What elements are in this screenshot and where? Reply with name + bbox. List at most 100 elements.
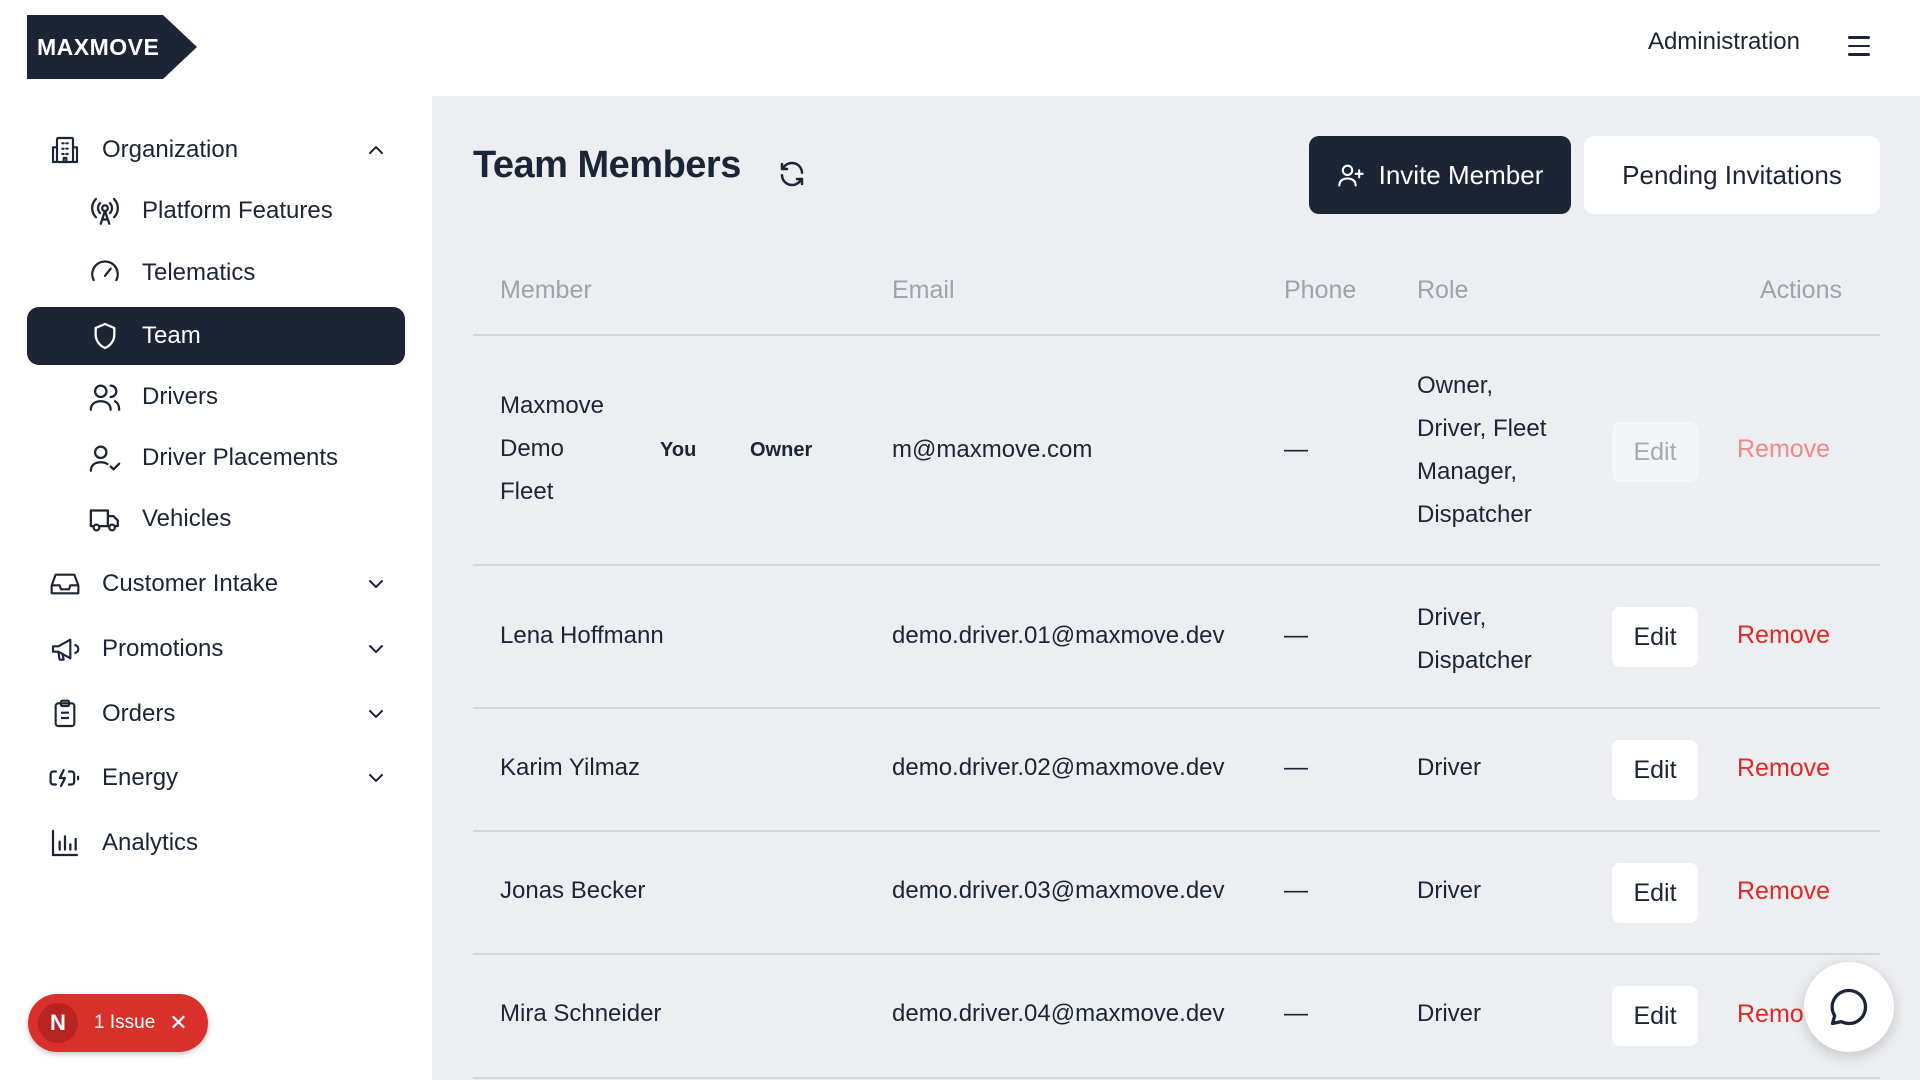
member-email: demo.driver.04@maxmove.dev: [892, 1000, 1225, 1027]
edit-button[interactable]: Edit: [1612, 740, 1698, 800]
member-role: Owner, Driver, Fleet Manager, Dispatcher: [1417, 372, 1547, 528]
issue-count-label: 1 Issue: [94, 1012, 156, 1033]
remove-button[interactable]: Remove: [1737, 877, 1830, 906]
administration-link[interactable]: Administration: [1648, 28, 1800, 56]
remove-button[interactable]: Remove: [1737, 754, 1830, 783]
owner-badge: Owner: [750, 439, 813, 461]
member-email: m@maxmove.com: [892, 436, 1093, 463]
maxmove-logo[interactable]: MAXMOVE: [27, 15, 197, 79]
sidebar-item-platform-features[interactable]: Platform Features: [88, 187, 388, 235]
page-title: Team Members: [473, 144, 741, 186]
column-header-phone: Phone: [1284, 276, 1357, 304]
users-icon: [88, 380, 122, 414]
sidebar-item-label: Platform Features: [142, 197, 333, 224]
member-role: Driver, Dispatcher: [1417, 604, 1532, 674]
remove-button[interactable]: Remo: [1737, 1000, 1804, 1029]
chevron-down-icon[interactable]: [364, 766, 388, 790]
logo-text: MAXMOVE: [37, 34, 160, 60]
member-role: Driver: [1417, 877, 1481, 904]
edit-button[interactable]: Edit: [1612, 863, 1698, 923]
sidebar: Organization Platform Features Telematic…: [0, 96, 432, 1080]
remove-button[interactable]: Remove: [1737, 435, 1830, 464]
sidebar-item-analytics[interactable]: Analytics: [48, 819, 388, 867]
main-content: Team Members Invite Member Pending Invit…: [432, 96, 1920, 1080]
shield-icon: [88, 319, 122, 353]
member-name: Maxmove Demo Fleet: [500, 392, 605, 505]
member-phone: —: [1284, 754, 1308, 781]
sidebar-item-organization[interactable]: Organization: [48, 126, 388, 174]
sidebar-item-label: Team: [142, 322, 201, 349]
chat-button[interactable]: [1804, 962, 1894, 1052]
broadcast-icon: [88, 194, 122, 228]
sidebar-item-label: Customer Intake: [102, 570, 279, 597]
row-divider: [473, 1077, 1880, 1079]
chevron-up-icon[interactable]: [364, 138, 388, 162]
sidebar-item-label: Promotions: [102, 635, 224, 662]
sidebar-item-label: Energy: [102, 764, 179, 791]
gauge-icon: [88, 256, 122, 290]
edit-button[interactable]: Edit: [1612, 607, 1698, 667]
sidebar-item-telematics[interactable]: Telematics: [88, 249, 388, 297]
sidebar-item-team[interactable]: Team: [88, 312, 388, 360]
member-email: demo.driver.01@maxmove.dev: [892, 622, 1225, 649]
chevron-down-icon[interactable]: [364, 572, 388, 596]
battery-charging-icon: [48, 761, 82, 795]
member-phone: —: [1284, 436, 1308, 463]
sidebar-item-orders[interactable]: Orders: [48, 690, 388, 738]
clipboard-icon: [48, 697, 82, 731]
sidebar-item-label: Driver Placements: [142, 444, 339, 471]
chat-bubble-icon: [1830, 988, 1868, 1026]
header-divider: [473, 334, 1880, 336]
refresh-icon[interactable]: [777, 159, 807, 189]
issue-indicator[interactable]: N 1 Issue ✕: [28, 994, 208, 1052]
issue-avatar: N: [38, 1003, 78, 1043]
user-plus-icon: [1337, 164, 1364, 187]
member-phone: —: [1284, 877, 1308, 904]
member-email: demo.driver.03@maxmove.dev: [892, 877, 1225, 904]
inbox-icon: [48, 567, 82, 601]
member-role: Driver: [1417, 1000, 1481, 1027]
sidebar-item-label: Analytics: [102, 829, 199, 856]
sidebar-item-customer-intake[interactable]: Customer Intake: [48, 560, 388, 608]
sidebar-item-label: Drivers: [142, 383, 218, 410]
edit-button[interactable]: Edit: [1612, 422, 1698, 482]
column-header-email: Email: [892, 276, 955, 304]
sidebar-item-promotions[interactable]: Promotions: [48, 625, 388, 673]
sidebar-item-label: Orders: [102, 700, 176, 727]
member-name: Mira Schneider: [500, 1000, 662, 1027]
member-name: Jonas Becker: [500, 877, 646, 904]
megaphone-icon: [48, 632, 82, 666]
row-divider: [473, 830, 1880, 832]
column-header-actions: Actions: [1760, 276, 1842, 304]
member-name: Karim Yilmaz: [500, 754, 641, 781]
you-badge: You: [660, 439, 697, 461]
member-name: Lena Hoffmann: [500, 622, 664, 649]
invite-member-button[interactable]: Invite Member: [1309, 136, 1571, 214]
bar-chart-icon: [48, 826, 82, 860]
member-phone: —: [1284, 1000, 1308, 1027]
column-header-role: Role: [1417, 276, 1469, 304]
edit-button[interactable]: Edit: [1612, 986, 1698, 1046]
sidebar-item-label: Organization: [102, 136, 239, 163]
sidebar-item-label: Vehicles: [142, 505, 232, 532]
member-role: Driver: [1417, 754, 1481, 781]
member-phone: —: [1284, 622, 1308, 649]
pending-invitations-button[interactable]: Pending Invitations: [1584, 136, 1880, 214]
row-divider: [473, 564, 1880, 566]
sidebar-item-driver-placements[interactable]: Driver Placements: [88, 434, 388, 482]
column-header-member: Member: [500, 276, 592, 304]
sidebar-item-vehicles[interactable]: Vehicles: [88, 495, 388, 543]
chevron-down-icon[interactable]: [364, 637, 388, 661]
close-icon[interactable]: ✕: [169, 1010, 187, 1036]
sidebar-item-drivers[interactable]: Drivers: [88, 373, 388, 421]
building-icon: [48, 133, 82, 167]
remove-button[interactable]: Remove: [1737, 621, 1830, 650]
top-header: MAXMOVE Administration: [0, 0, 1920, 96]
sidebar-item-label: Telematics: [142, 259, 256, 286]
member-email: demo.driver.02@maxmove.dev: [892, 754, 1225, 781]
hamburger-menu-icon[interactable]: [1848, 36, 1870, 56]
row-divider: [473, 707, 1880, 709]
chevron-down-icon[interactable]: [364, 702, 388, 726]
truck-icon: [88, 502, 122, 536]
sidebar-item-energy[interactable]: Energy: [48, 754, 388, 802]
